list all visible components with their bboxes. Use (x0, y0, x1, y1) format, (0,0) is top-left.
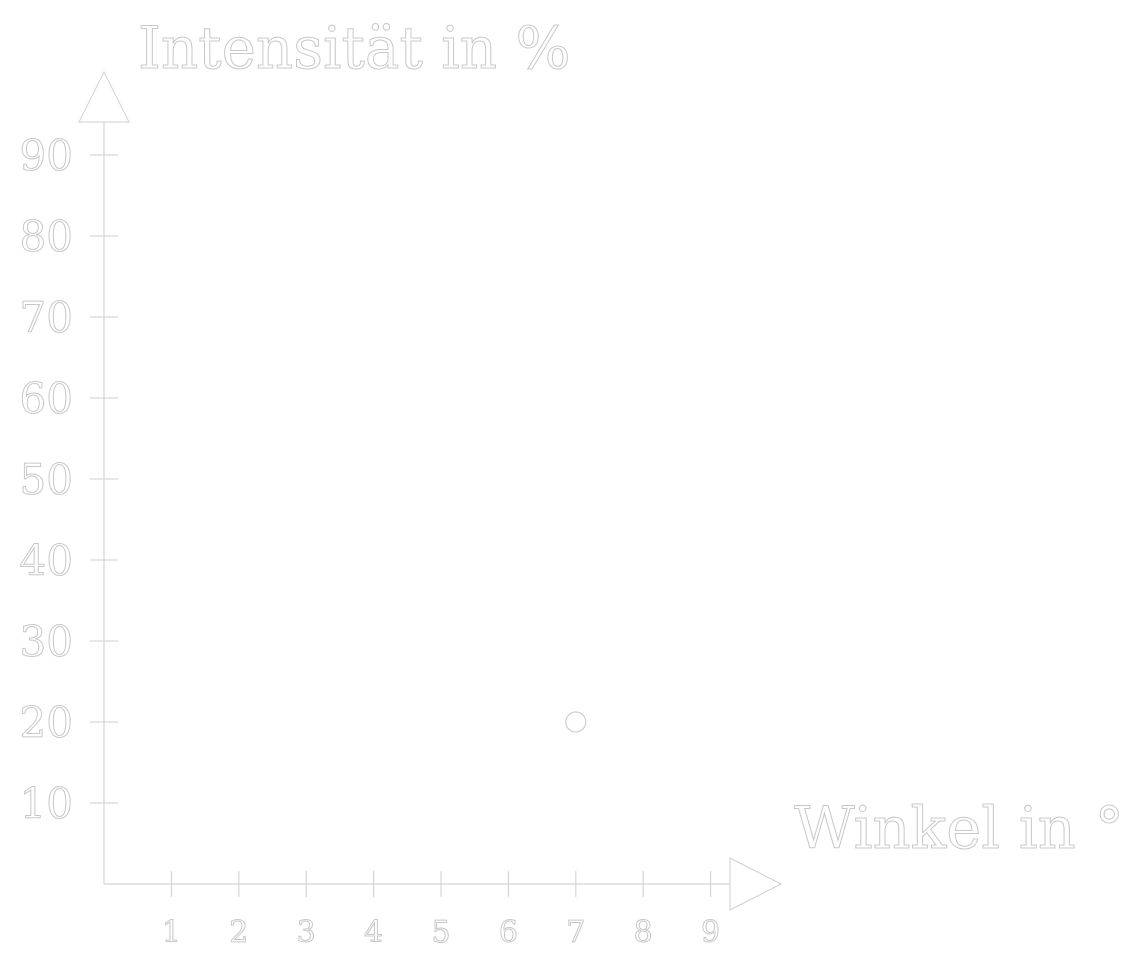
x-tick-label-5: 5 (431, 915, 450, 950)
y-tick-label-60: 60 (20, 374, 73, 423)
data-points (565, 711, 587, 733)
x-axis-title: Winkel in ° (794, 794, 1124, 862)
intensity-angle-chart: 1 2 3 4 5 6 7 8 9 10 20 30 40 50 60 70 80 90 Intensität … (19, 14, 1124, 951)
x-tick-label-3: 3 (297, 915, 316, 950)
y-tick-label-40: 40 (20, 536, 73, 585)
y-tick-label-50: 50 (20, 455, 73, 504)
y-tick-label-30: 30 (20, 617, 73, 666)
y-tick-label-20: 20 (20, 698, 73, 747)
data-point-0-0 (565, 711, 587, 733)
y-tick-label-70: 70 (20, 293, 73, 342)
x-axis-arrowhead (729, 857, 783, 911)
y-tick-label-90: 90 (20, 131, 73, 180)
y-axis-arrowhead (78, 70, 130, 123)
x-tick-label-2: 2 (229, 915, 248, 950)
x-tick-label-6: 6 (499, 915, 518, 950)
x-tick-label-7: 7 (566, 915, 585, 950)
x-tick-label-4: 4 (364, 915, 383, 950)
x-axis-ticks: 1 2 3 4 5 6 7 8 9 (161, 871, 721, 951)
x-tick-label-1: 1 (162, 915, 181, 950)
axes (78, 70, 783, 911)
y-axis-ticks: 10 20 30 40 50 60 70 80 90 (19, 131, 118, 829)
y-tick-label-80: 80 (20, 212, 73, 261)
y-tick-label-10: 10 (20, 779, 73, 828)
x-tick-label-9: 9 (701, 915, 720, 950)
x-tick-label-8: 8 (634, 915, 653, 950)
y-axis-title: Intensität in % (138, 14, 571, 82)
